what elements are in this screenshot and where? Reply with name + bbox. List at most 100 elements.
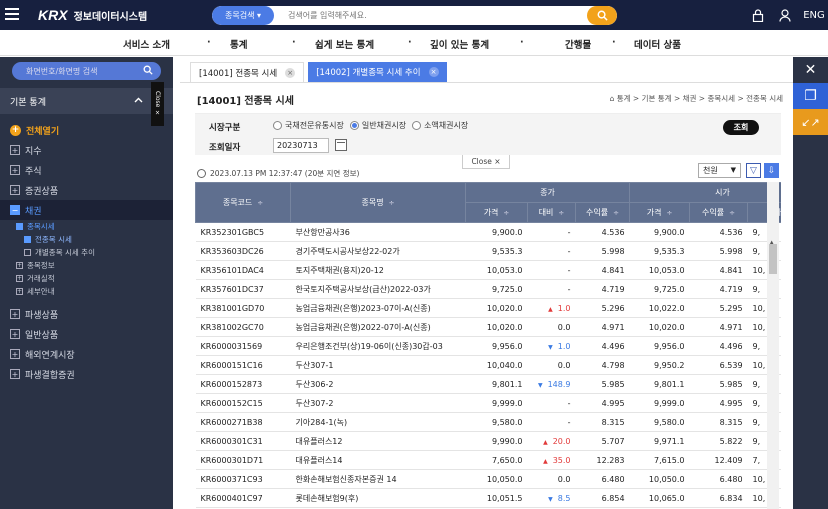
cell-open-price: 10,053.0 bbox=[629, 260, 690, 280]
table-row[interactable]: KR6000301D71 대유플러스14 7,650.0 ▲ 35.0 12.283 7,6… bbox=[195, 450, 781, 470]
sidebar-item-overseas[interactable]: + 해외연계시장 bbox=[0, 344, 173, 364]
table-row[interactable]: KR357601DC37 한국토지주택공사보상(급산)2022-03가 9,725.… bbox=[195, 279, 781, 299]
search-button[interactable] bbox=[587, 6, 617, 25]
col-header-change[interactable]: 대비 ÷ bbox=[527, 202, 576, 223]
open-all-button[interactable]: + 전체열기 bbox=[0, 120, 173, 140]
col-header-code[interactable]: 종목코드 ÷ bbox=[195, 182, 291, 223]
filter-icon[interactable]: ▽ bbox=[746, 163, 761, 178]
cell-close-yield: 5.296 bbox=[575, 298, 630, 318]
radio-treasury-market[interactable]: 국채전문유통시장 bbox=[273, 120, 344, 131]
table-row[interactable]: KR352301GBC5 부산항만공사36 9,900.0-4.536 9,900.0… bbox=[195, 222, 781, 242]
sidebar-item-stock[interactable]: + 주식 bbox=[0, 160, 173, 180]
cell-name: 농업금융채권(은행)2022-07이-A(신종) bbox=[290, 317, 466, 337]
table-row[interactable]: KR6000301C31 대유플러스12 9,990.0 ▲ 20.0 5.707 9,97… bbox=[195, 431, 781, 451]
square-icon bbox=[24, 249, 31, 256]
col-header-name[interactable]: 종목명 ÷ bbox=[290, 182, 466, 223]
query-button[interactable]: 조회 bbox=[723, 120, 759, 135]
close-icon[interactable]: × bbox=[285, 67, 296, 78]
screen-search[interactable]: 화면번호/화면명 검색 bbox=[12, 62, 161, 80]
sidebar-sub-price-trend[interactable]: 개별종목 시세 추이 bbox=[0, 246, 173, 259]
cell-open-price: 9,801.1 bbox=[629, 374, 690, 394]
unit-select[interactable]: 천원 ▼ bbox=[698, 163, 741, 178]
sidebar-section-basic-stats[interactable]: 기본 통계 bbox=[0, 88, 173, 114]
radio-general-bond-market[interactable]: 일반채권시장 bbox=[349, 120, 406, 131]
sidebar-item-derivatives[interactable]: + 파생상품 bbox=[0, 304, 173, 324]
table-row[interactable]: KR6000151C16 두산307-1 10,040.0 0.0 4.798 9,950… bbox=[195, 355, 781, 375]
table-row[interactable]: KR6000152873 두산306-2 9,801.1 ▼ 148.9 5.985 9,8… bbox=[195, 374, 781, 394]
market-radio-group: 국채전문유통시장 일반채권시장 소액채권시장 bbox=[273, 120, 474, 131]
cell-open-yield: 5.985 bbox=[689, 374, 748, 394]
table-row[interactable]: KR353603DC26 경기주택도시공사보상22-02가 9,535.3-5.99… bbox=[195, 241, 781, 261]
quote-table: 종목코드÷ 종목명÷ 종가 시가 가격÷ 대비÷ 수익률÷ 가격÷ 수익률÷ 가… bbox=[195, 182, 781, 508]
close-icon[interactable]: ✕ bbox=[793, 57, 828, 83]
plus-icon: + bbox=[10, 165, 20, 175]
user-icon[interactable] bbox=[772, 0, 800, 30]
grid-scrollbar[interactable]: ▲ bbox=[767, 182, 779, 509]
table-row[interactable]: KR6000271B38 기아284-1(녹) 9,580.0-8.315 9,580… bbox=[195, 412, 781, 432]
plus-icon: + bbox=[10, 185, 20, 195]
search-scope-select[interactable]: 종목검색 ▾ bbox=[212, 6, 274, 25]
clock-icon bbox=[197, 169, 206, 178]
nav-easy-stats[interactable]: 쉽게 보는 통계 bbox=[315, 37, 374, 51]
sidebar-sub-details[interactable]: + 세부안내 bbox=[0, 285, 173, 298]
sidebar-sub-trading[interactable]: + 거래실적 bbox=[0, 272, 173, 285]
col-header-open-price[interactable]: 가격 ÷ bbox=[629, 202, 691, 223]
nav-deep-stats[interactable]: 깊이 있는 통계 bbox=[430, 37, 489, 51]
cell-code: KR6000152C15 bbox=[195, 393, 291, 413]
sidebar-close-button[interactable]: Close × bbox=[151, 82, 164, 126]
cell-close-yield: 4.971 bbox=[575, 317, 630, 337]
logo[interactable]: KRX 정보데이터시스템 bbox=[38, 7, 147, 23]
plus-icon: + bbox=[10, 349, 20, 359]
table-row[interactable]: KR6000371C93 한화손해보험신종자본증권 14 10,050.0 0.0 6.… bbox=[195, 469, 781, 489]
sidebar-sub-quotes[interactable]: 종목시세 bbox=[0, 220, 173, 233]
table-row[interactable]: KR381001GD70 농업금융채권(은행)2023-07이-A(신종) 10,0… bbox=[195, 298, 781, 318]
calendar-icon[interactable] bbox=[335, 139, 347, 151]
expand-icon[interactable]: ↙↗ bbox=[793, 109, 828, 135]
sidebar-item-bond[interactable]: − 채권 bbox=[0, 200, 173, 220]
table-row[interactable]: KR356101DAC4 토지주택채권(용지)20-12 10,053.0-4.84… bbox=[195, 260, 781, 280]
language-toggle[interactable]: ENG bbox=[800, 0, 828, 30]
sidebar-item-dls[interactable]: + 파생결합증권 bbox=[0, 364, 173, 384]
filter-close-button[interactable]: Close × bbox=[462, 155, 510, 169]
tab-price-trend[interactable]: [14002] 개별종목 시세 추이 × bbox=[308, 62, 447, 82]
cell-open-yield: 6.480 bbox=[689, 469, 748, 489]
copy-window-icon[interactable]: ❐ bbox=[793, 83, 828, 109]
cell-open-price: 9,725.0 bbox=[629, 279, 690, 299]
cell-code: KR6000301C31 bbox=[195, 431, 291, 451]
scrollbar-thumb[interactable] bbox=[769, 244, 777, 274]
tab-all-quotes[interactable]: [14001] 전종목 시세 × bbox=[190, 62, 305, 82]
cell-open-price: 7,615.0 bbox=[629, 450, 690, 470]
col-header-open-yield[interactable]: 수익률 ÷ bbox=[689, 202, 749, 223]
table-row[interactable]: KR381002GC70 농업금융채권(은행)2022-07이-A(신종) 10,0… bbox=[195, 317, 781, 337]
cell-name: 한화손해보험신종자본증권 14 bbox=[290, 469, 466, 489]
cell-close-price: 9,580.0 bbox=[465, 412, 528, 432]
col-header-close-price[interactable]: 가격 ÷ bbox=[465, 202, 528, 223]
radio-small-bond-market[interactable]: 소액채권시장 bbox=[412, 120, 468, 131]
triangle-up-icon: ▲ bbox=[548, 305, 553, 313]
cell-name: 두산307-1 bbox=[290, 355, 466, 375]
table-row[interactable]: KR6000031569 우리은행조건부(상)19-06이(신종)30갑-03 9,… bbox=[195, 336, 781, 356]
nav-data-products[interactable]: 데이터 상품 bbox=[634, 37, 681, 51]
table-row[interactable]: KR6000401C97 롯데손해보험9(후) 10,051.5 ▼ 8.5 6.854 1… bbox=[195, 488, 781, 508]
sidebar-sub-item-info[interactable]: + 종목정보 bbox=[0, 259, 173, 272]
search-input[interactable] bbox=[288, 11, 568, 20]
home-icon[interactable]: ⌂ bbox=[610, 94, 615, 103]
sidebar-sub-all-quotes[interactable]: 전종목 시세 bbox=[0, 233, 173, 246]
cell-code: KR352301GBC5 bbox=[195, 222, 291, 242]
nav-publications[interactable]: 간행물 bbox=[565, 37, 591, 51]
lock-icon[interactable] bbox=[744, 0, 772, 30]
global-search: 종목검색 ▾ bbox=[212, 6, 617, 25]
col-header-close-yield[interactable]: 수익률 ÷ bbox=[574, 202, 631, 223]
nav-separator: · bbox=[207, 37, 211, 48]
download-icon[interactable]: ⇩ bbox=[764, 163, 779, 178]
sidebar-item-securities-products[interactable]: + 증권상품 bbox=[0, 180, 173, 200]
nav-statistics[interactable]: 통계 bbox=[230, 37, 247, 51]
close-icon[interactable]: × bbox=[428, 67, 439, 77]
nav-service-intro[interactable]: 서비스 소개 bbox=[123, 37, 170, 51]
sidebar-item-commodities[interactable]: + 일반상품 bbox=[0, 324, 173, 344]
date-input[interactable]: 20230713 bbox=[273, 138, 329, 153]
table-row[interactable]: KR6000152C15 두산307-2 9,999.0-4.995 9,999.0 4… bbox=[195, 393, 781, 413]
sidebar-item-index[interactable]: + 지수 bbox=[0, 140, 173, 160]
main-content: [14001] 전종목 시세 × [14002] 개별종목 시세 추이 × [140… bbox=[180, 57, 793, 509]
menu-icon[interactable] bbox=[5, 8, 19, 20]
